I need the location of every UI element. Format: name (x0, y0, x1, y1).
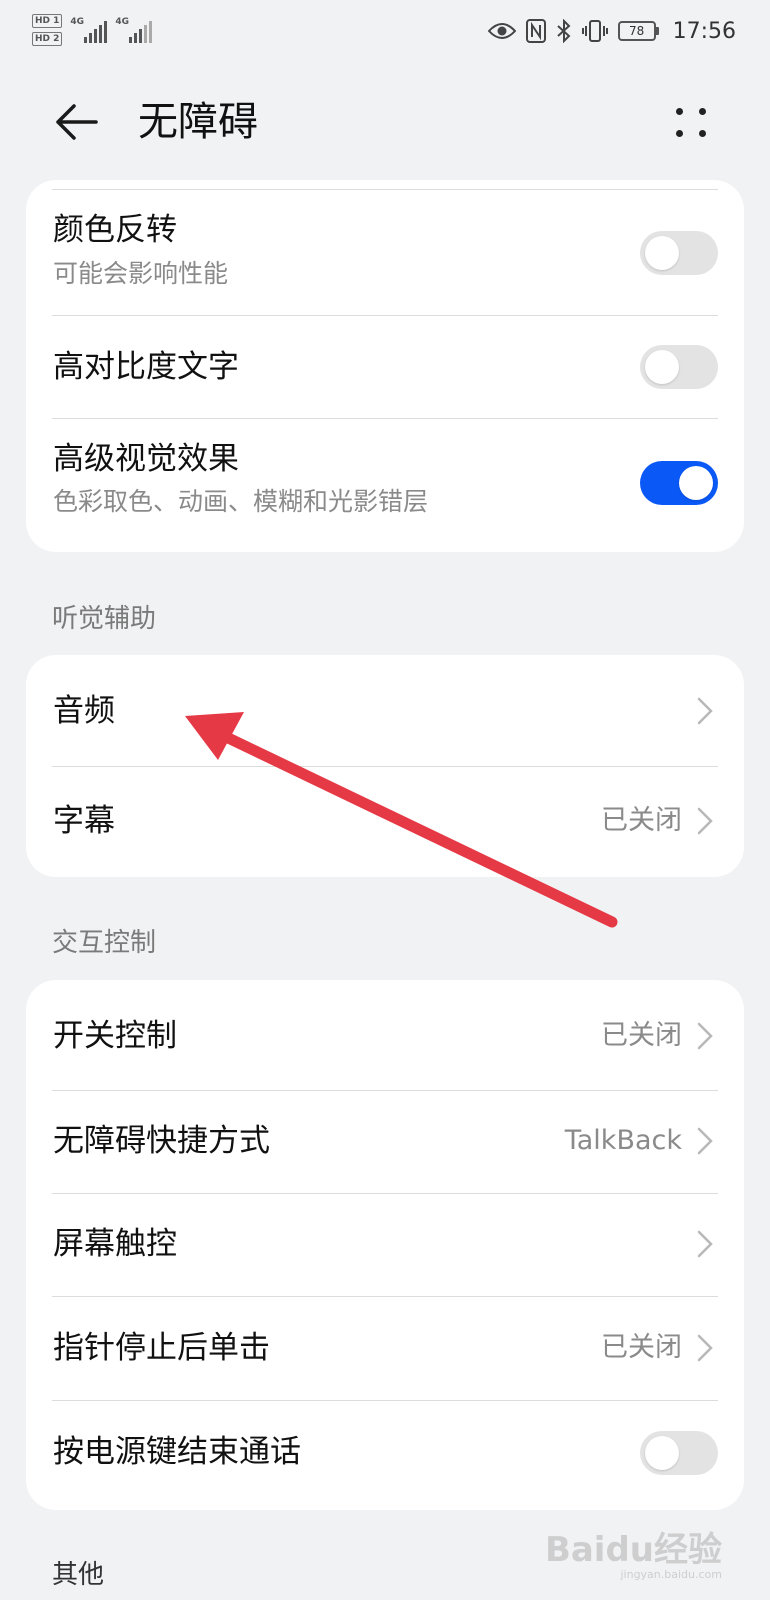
setting-row-audio[interactable]: 音频 (26, 655, 744, 766)
power-button-ends-call-toggle[interactable] (640, 1431, 718, 1475)
back-arrow-icon (56, 104, 98, 140)
nfc-icon (525, 19, 546, 43)
setting-row-accessibility-shortcut[interactable]: 无障碍快捷方式 TalkBack (26, 1091, 744, 1193)
status-right: 78 17:56 (487, 14, 736, 48)
chevron-right-icon (697, 1022, 713, 1050)
advanced-visual-effects-toggle[interactable] (640, 461, 718, 505)
status-bar: HD 1 HD 2 4G 4G 78 17:56 (0, 0, 770, 62)
setting-label: 屏幕触控 (53, 1226, 177, 1262)
network-type-1: 4G (70, 17, 85, 27)
sim1-badge: HD 1 (32, 14, 63, 28)
setting-value: 已关闭 (601, 805, 682, 836)
chevron-right-icon (697, 697, 713, 725)
back-button[interactable] (50, 98, 102, 146)
setting-row-dwell-click[interactable]: 指针停止后单击 已关闭 (26, 1297, 744, 1400)
setting-label: 开关控制 (53, 1018, 177, 1054)
setting-row-subtitles[interactable]: 字幕 已关闭 (26, 767, 744, 877)
chevron-right-icon (697, 1127, 713, 1155)
more-dots-icon (676, 107, 683, 115)
setting-subtitle: 色彩取色、动画、模糊和光影错层 (53, 487, 429, 516)
setting-label: 无障碍快捷方式 (53, 1123, 270, 1159)
watermark-sub: jingyan.baidu.com (620, 1568, 722, 1581)
accessibility-settings-page: HD 1 HD 2 4G 4G 78 17:56 无障碍 颜色反转 可能会影响性… (0, 0, 770, 1600)
battery-level: 78 (617, 21, 656, 41)
chevron-right-icon (697, 1334, 713, 1362)
title-bar: 无障碍 (0, 80, 770, 164)
setting-row-color-inversion[interactable]: 颜色反转 可能会影响性能 (26, 190, 744, 315)
bluetooth-icon (556, 19, 571, 43)
battery-icon: 78 (617, 21, 659, 41)
setting-row-screen-touch[interactable]: 屏幕触控 (26, 1194, 744, 1296)
baidu-watermark: Baidu经验 jingyan.baidu.com (545, 1532, 722, 1582)
signal-icon: 4G (70, 17, 108, 43)
setting-row-switch-control[interactable]: 开关控制 已关闭 (26, 980, 744, 1090)
section-header-other: 其他 (52, 1560, 105, 1590)
setting-value: TalkBack (564, 1125, 682, 1156)
setting-label: 指针停止后单击 (53, 1330, 270, 1366)
watermark-text: Baidu经验 (544, 1530, 722, 1570)
setting-row-advanced-visual-effects[interactable]: 高级视觉效果 色彩取色、动画、模糊和光影错层 (26, 419, 744, 552)
sim2-badge: HD 2 (32, 32, 63, 46)
setting-subtitle: 可能会影响性能 (53, 259, 229, 288)
eye-icon (487, 23, 516, 39)
signal-icon: 4G (115, 17, 153, 43)
hearing-settings-card: 音频 字幕 已关闭 (26, 655, 744, 877)
setting-value: 已关闭 (601, 1020, 682, 1051)
setting-label: 颜色反转 (53, 212, 177, 248)
setting-label: 按电源键结束通话 (53, 1434, 301, 1470)
setting-value: 已关闭 (601, 1332, 682, 1363)
status-left: HD 1 HD 2 4G 4G (32, 10, 153, 50)
setting-row-high-contrast-text[interactable]: 高对比度文字 (26, 316, 744, 418)
clock: 17:56 (672, 18, 736, 44)
vision-settings-card: 颜色反转 可能会影响性能 高对比度文字 高级视觉效果 色彩取色、动画、模糊和光影… (26, 180, 744, 552)
setting-label: 音频 (53, 693, 115, 729)
sim-badges: HD 1 HD 2 (32, 14, 63, 46)
setting-label: 高级视觉效果 (53, 441, 239, 477)
interaction-settings-card: 开关控制 已关闭 无障碍快捷方式 TalkBack 屏幕触控 指针停止后单击 已… (26, 980, 744, 1510)
network-type-2: 4G (115, 17, 130, 27)
chevron-right-icon (697, 807, 713, 835)
setting-label: 高对比度文字 (53, 349, 239, 385)
chevron-right-icon (697, 1230, 713, 1258)
color-inversion-toggle[interactable] (640, 231, 718, 275)
setting-row-power-button-ends-call[interactable]: 按电源键结束通话 (26, 1401, 744, 1510)
page-title: 无障碍 (138, 99, 258, 145)
section-header-hearing: 听觉辅助 (52, 604, 157, 634)
more-options-button[interactable] (668, 100, 714, 144)
vibrate-icon (581, 20, 608, 42)
setting-label: 字幕 (53, 803, 115, 839)
section-header-interaction: 交互控制 (52, 928, 157, 958)
high-contrast-text-toggle[interactable] (640, 345, 718, 389)
